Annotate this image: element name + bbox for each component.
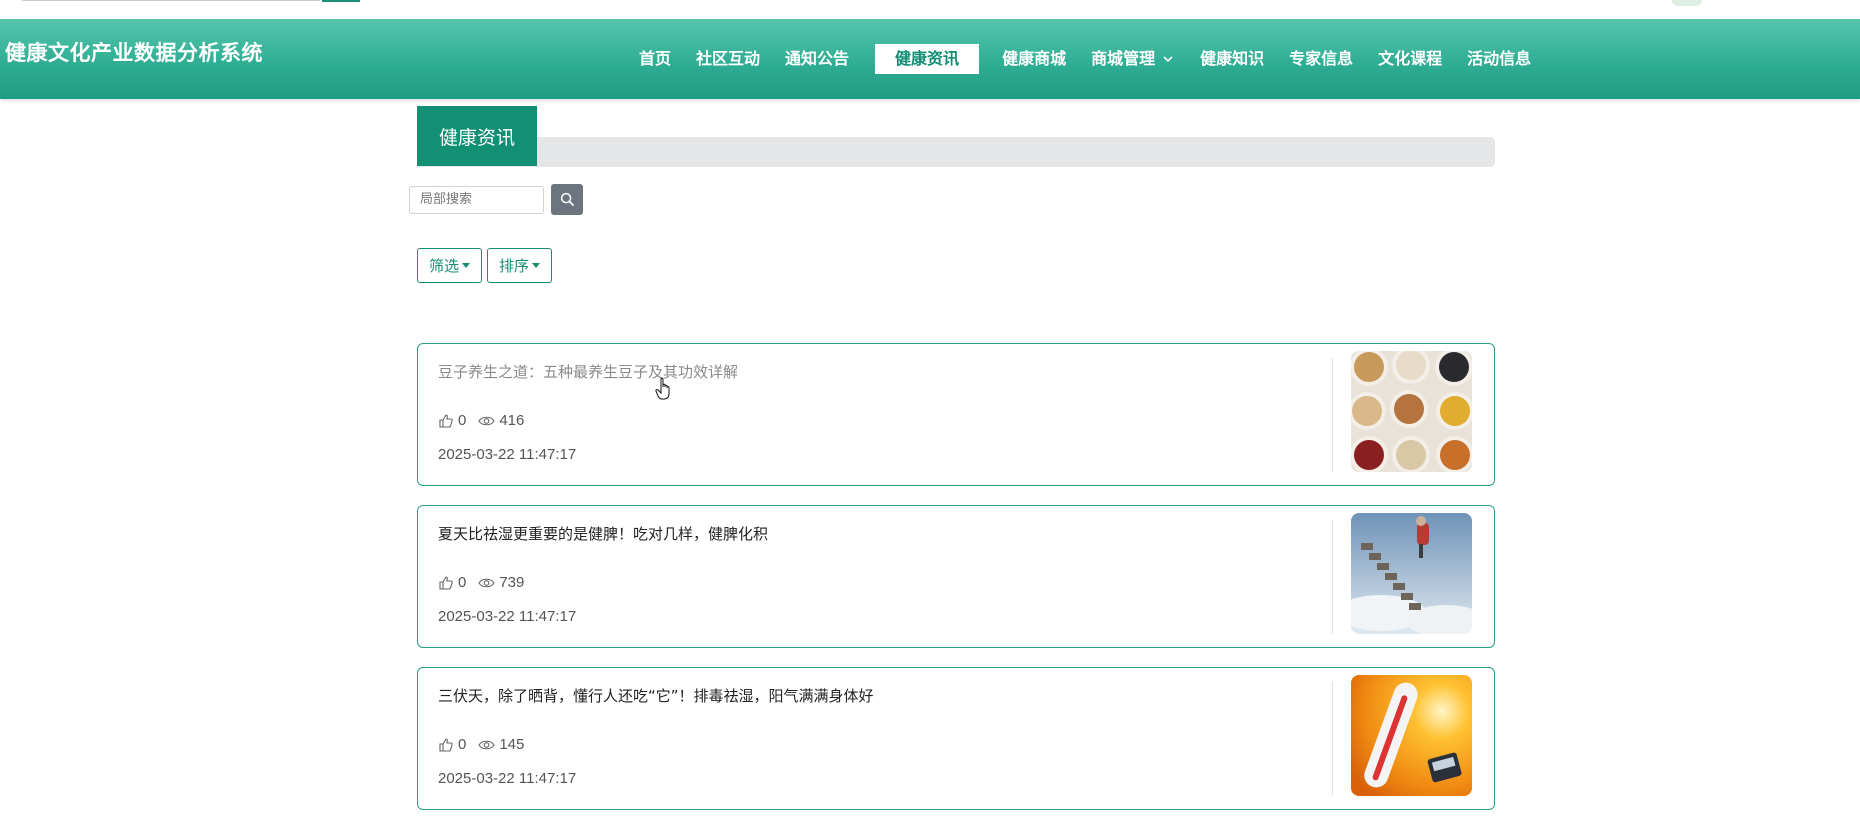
view-value: 145 bbox=[499, 736, 525, 753]
nav-item-courses[interactable]: 文化课程 bbox=[1367, 44, 1453, 74]
like-count[interactable]: 0 bbox=[438, 574, 466, 591]
filter-dropdown-button[interactable]: 筛选 bbox=[417, 248, 483, 283]
hand-pointer-cursor-icon bbox=[655, 377, 670, 400]
nav-item-experts[interactable]: 专家信息 bbox=[1278, 44, 1364, 74]
view-count: 739 bbox=[478, 574, 524, 591]
thumbs-up-icon bbox=[439, 413, 453, 428]
news-card[interactable]: 三伏天，除了晒背，懂行人还吃“它”！排毒祛湿，阳气满满身体好 0 145 202… bbox=[417, 667, 1495, 810]
view-count: 145 bbox=[478, 736, 524, 753]
news-stats: 0 416 bbox=[438, 412, 536, 429]
section-heading-bar bbox=[417, 137, 1495, 167]
news-stats: 0 145 bbox=[438, 736, 536, 753]
news-time: 2025-03-22 11:47:17 bbox=[438, 446, 577, 463]
search-button[interactable] bbox=[551, 184, 583, 215]
news-title[interactable]: 豆子养生之道：五种最养生豆子及其功效详解 bbox=[438, 361, 738, 382]
nav-item-mall-management[interactable]: 商城管理 bbox=[1080, 44, 1186, 74]
nav-label: 文化课程 bbox=[1378, 49, 1443, 68]
nav-item-health-mall[interactable]: 健康商城 bbox=[991, 44, 1077, 74]
eye-icon bbox=[478, 578, 495, 587]
nav-label: 商城管理 bbox=[1091, 49, 1156, 68]
like-value: 0 bbox=[458, 412, 467, 429]
sort-label: 排序 bbox=[499, 257, 530, 275]
view-value: 416 bbox=[499, 412, 525, 429]
site-header: 健康文化产业数据分析系统 首页 社区互动 通知公告 健康资讯 健康商城 商城管理… bbox=[0, 19, 1860, 99]
nav-item-notices[interactable]: 通知公告 bbox=[774, 44, 860, 74]
like-count[interactable]: 0 bbox=[438, 412, 466, 429]
eye-icon bbox=[478, 416, 495, 425]
section-title: 健康资讯 bbox=[417, 106, 537, 166]
nav-item-home[interactable]: 首页 bbox=[628, 44, 682, 74]
news-stats: 0 739 bbox=[438, 574, 536, 591]
eye-icon bbox=[478, 740, 495, 749]
nav-label: 通知公告 bbox=[785, 49, 850, 68]
news-title[interactable]: 夏天比祛湿更重要的是健脾！吃对几样，健脾化积 bbox=[438, 523, 768, 544]
caret-down-icon bbox=[462, 263, 471, 268]
card-divider bbox=[1332, 520, 1333, 634]
nav-label: 健康资讯 bbox=[895, 49, 960, 68]
news-list: 豆子养生之道：五种最养生豆子及其功效详解 0 416 2025-03-22 11… bbox=[417, 343, 1495, 829]
thumbs-up-icon bbox=[439, 737, 453, 752]
nav-label: 社区互动 bbox=[696, 49, 761, 68]
nav-item-health-news[interactable]: 健康资讯 bbox=[875, 44, 980, 74]
nav-label: 首页 bbox=[639, 49, 672, 68]
news-card[interactable]: 夏天比祛湿更重要的是健脾！吃对几样，健脾化积 0 739 2025-03-22 … bbox=[417, 505, 1495, 648]
news-card[interactable]: 豆子养生之道：五种最养生豆子及其功效详解 0 416 2025-03-22 11… bbox=[417, 343, 1495, 486]
local-search bbox=[409, 184, 583, 215]
sort-dropdown-button[interactable]: 排序 bbox=[487, 248, 553, 283]
news-time: 2025-03-22 11:47:17 bbox=[438, 608, 577, 625]
sun-thermometer-image[interactable] bbox=[1351, 675, 1472, 796]
nav-label: 活动信息 bbox=[1467, 49, 1532, 68]
nav-item-activities[interactable]: 活动信息 bbox=[1456, 44, 1542, 74]
section-heading: 健康资讯 bbox=[417, 106, 1495, 167]
global-search-input-edge[interactable] bbox=[22, 0, 320, 1]
thumbs-up-icon bbox=[439, 575, 453, 590]
card-divider bbox=[1332, 682, 1333, 796]
caret-down-icon bbox=[532, 263, 541, 268]
nav-label: 健康商城 bbox=[1002, 49, 1067, 68]
chevron-down-icon bbox=[1163, 56, 1173, 63]
search-icon bbox=[560, 192, 574, 206]
view-count: 416 bbox=[478, 412, 524, 429]
nav-item-community[interactable]: 社区互动 bbox=[685, 44, 771, 74]
nav-item-health-knowledge[interactable]: 健康知识 bbox=[1189, 44, 1275, 74]
nav-label: 专家信息 bbox=[1289, 49, 1354, 68]
site-title: 健康文化产业数据分析系统 bbox=[5, 41, 263, 65]
stairs-sky-image[interactable] bbox=[1351, 513, 1472, 634]
like-value: 0 bbox=[458, 574, 467, 591]
main-nav: 首页 社区互动 通知公告 健康资讯 健康商城 商城管理 健康知识 专家信息 文化… bbox=[628, 44, 1545, 74]
card-divider bbox=[1332, 358, 1333, 472]
like-count[interactable]: 0 bbox=[438, 736, 466, 753]
global-search-button-edge[interactable] bbox=[322, 0, 360, 2]
news-time: 2025-03-22 11:47:17 bbox=[438, 770, 577, 787]
list-tools: 筛选 排序 bbox=[417, 248, 557, 283]
beans-bowls-image[interactable] bbox=[1351, 351, 1472, 472]
view-value: 739 bbox=[499, 574, 525, 591]
logo-edge bbox=[1672, 0, 1702, 6]
top-strip bbox=[0, 0, 1860, 19]
filter-label: 筛选 bbox=[429, 257, 460, 275]
like-value: 0 bbox=[458, 736, 467, 753]
nav-label: 健康知识 bbox=[1200, 49, 1265, 68]
search-input[interactable] bbox=[409, 185, 544, 214]
news-title[interactable]: 三伏天，除了晒背，懂行人还吃“它”！排毒祛湿，阳气满满身体好 bbox=[438, 685, 874, 706]
